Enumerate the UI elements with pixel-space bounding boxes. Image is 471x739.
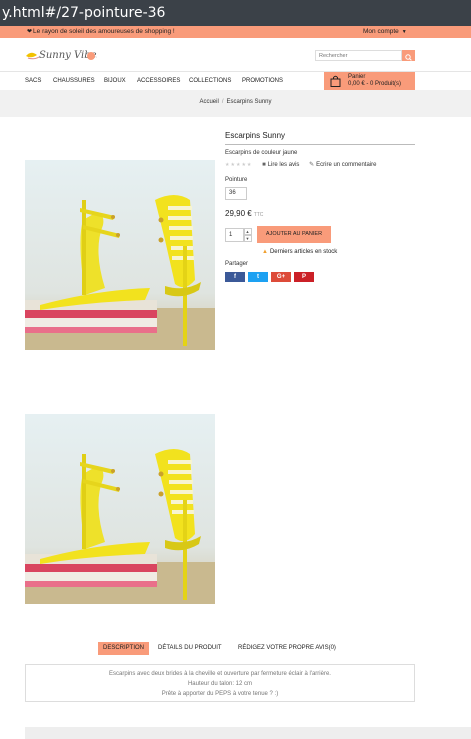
quantity-up-button[interactable]: ▲ xyxy=(243,228,252,235)
promo-message: ❤Le rayon de soleil des amoureuses de sh… xyxy=(27,26,175,38)
search-input[interactable] xyxy=(315,50,402,61)
logo-graphic: Sunny Vibes xyxy=(26,50,102,61)
product-price: 29,90 € TTC xyxy=(225,209,263,218)
product-tabs: DESCRIPTION DÉTAILS DU PRODUIT RÉDIGEZ V… xyxy=(0,642,471,656)
breadcrumb: Accueil / Escarpins Sunny xyxy=(0,90,471,117)
pencil-icon: ✎ xyxy=(309,162,315,168)
breadcrumb-separator: / xyxy=(221,99,224,105)
menu-item-chaussures[interactable]: CHAUSSURES xyxy=(53,78,95,84)
menu-item-promotions[interactable]: PROMOTIONS xyxy=(242,78,283,84)
title-divider xyxy=(225,144,415,145)
reviews-row: ★★★★★ ■ Lire les avis ✎ Ecrire un commenta… xyxy=(225,161,376,168)
read-reviews-link[interactable]: Lire les avis xyxy=(268,162,300,168)
tab-write-review[interactable]: RÉDIGEZ VOTRE PROPRE AVIS(0) xyxy=(238,642,336,655)
search-button[interactable] xyxy=(402,50,415,61)
menu-item-sacs[interactable]: SACS xyxy=(25,78,41,84)
quantity-down-button[interactable]: ▼ xyxy=(243,235,252,242)
account-label: Mon compte xyxy=(363,28,399,35)
write-review-link[interactable]: Ecrire un commentaire xyxy=(316,162,376,168)
site-logo[interactable]: Sunny Vibes xyxy=(25,44,102,66)
comment-icon: ■ xyxy=(262,162,266,168)
description-line: Escarpins avec deux brides à la cheville… xyxy=(109,671,331,677)
share-facebook-button[interactable]: f xyxy=(225,272,245,282)
quantity-input[interactable]: 1 xyxy=(225,228,245,242)
product-photo xyxy=(25,414,215,604)
search-icon xyxy=(405,54,412,61)
footer-strip xyxy=(25,727,471,739)
breadcrumb-current: Escarpins Sunny xyxy=(226,99,272,105)
product-title: Escarpins Sunny xyxy=(225,131,286,140)
description-line: Prête à apporter du PEPS à votre tenue ?… xyxy=(161,691,279,697)
size-label: Pointure xyxy=(225,177,248,183)
menu-item-collections[interactable]: COLLECTIONS xyxy=(189,78,231,84)
rating-stars: ★★★★★ xyxy=(225,162,253,168)
share-google-plus-button[interactable]: G+ xyxy=(271,272,291,282)
share-pinterest-button[interactable]: P xyxy=(294,272,314,282)
warning-icon: ▲ xyxy=(262,249,268,255)
share-twitter-button[interactable]: t xyxy=(248,272,268,282)
tab-description[interactable]: DESCRIPTION xyxy=(98,642,150,655)
stock-notice: ▲ Derniers articles en stock xyxy=(262,249,337,255)
browser-url-bar[interactable]: y.html#/27-pointure-36 xyxy=(0,0,471,26)
tab-product-details[interactable]: DÉTAILS DU PRODUIT xyxy=(158,642,222,655)
tax-label: TTC xyxy=(253,212,264,218)
product-image-secondary[interactable] xyxy=(25,414,215,604)
description-panel: Escarpins avec deux brides à la cheville… xyxy=(25,664,415,702)
price-value: 29,90 € xyxy=(225,209,252,218)
share-label: Partager xyxy=(225,261,249,267)
stock-text: Derniers articles en stock xyxy=(269,249,338,255)
cart-title: Panier xyxy=(348,74,366,80)
shopping-bag-icon xyxy=(330,75,341,87)
heart-icon: ❤ xyxy=(27,29,33,35)
size-select[interactable]: 36 xyxy=(225,187,247,200)
account-menu[interactable]: Mon compte ▼ xyxy=(363,26,407,38)
breadcrumb-home[interactable]: Accueil xyxy=(199,99,218,105)
product-photo xyxy=(25,160,215,350)
product-short-description: Escarpins de couleur jaune xyxy=(225,150,298,156)
product-image-main[interactable] xyxy=(25,160,215,350)
search-box xyxy=(315,50,415,61)
add-to-cart-button[interactable]: AJOUTER AU PANIER xyxy=(257,226,331,243)
top-banner: ❤Le rayon de soleil des amoureuses de sh… xyxy=(0,26,471,38)
menu-item-accessoires[interactable]: ACCESSOIRES xyxy=(137,78,180,84)
menu-item-bijoux[interactable]: BIJOUX xyxy=(104,78,126,84)
promo-text: Le rayon de soleil des amoureuses de sho… xyxy=(33,28,175,35)
cart-summary: 0,00 € - 0 Produit(s) xyxy=(348,81,402,87)
cart-button[interactable]: Panier 0,00 € - 0 Produit(s) xyxy=(324,72,415,90)
description-line: Hauteur du talon: 12 cm xyxy=(187,681,253,687)
chevron-down-icon: ▼ xyxy=(401,29,407,35)
